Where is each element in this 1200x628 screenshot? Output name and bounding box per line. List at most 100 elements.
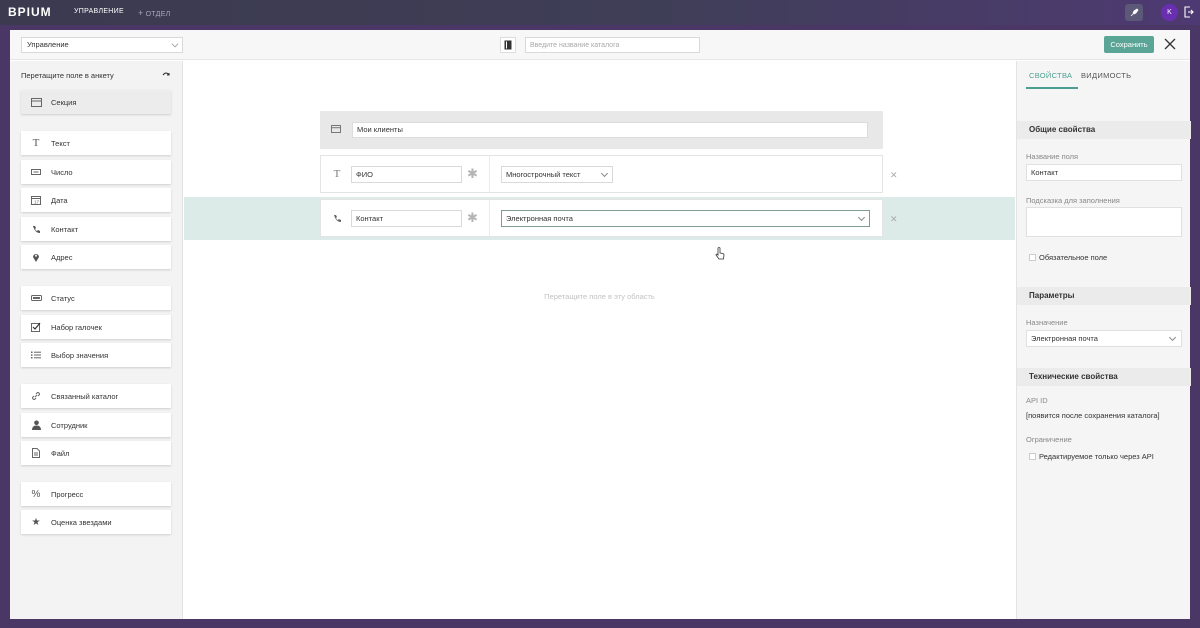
- remove-field-icon[interactable]: ✕: [890, 214, 898, 225]
- field-type-select[interactable]: Электронная почта: [501, 210, 870, 227]
- properties-panel: СВОЙСТВА ВИДИМОСТЬ Общие свойства Назван…: [1016, 61, 1191, 619]
- add-department-label: ОТДЕЛ: [145, 11, 171, 18]
- field-name-input[interactable]: ФИО: [351, 166, 462, 183]
- close-icon[interactable]: [1164, 38, 1176, 50]
- rocket-icon: [1130, 7, 1139, 16]
- field-name-property-input[interactable]: Контакт: [1026, 164, 1182, 181]
- hint-textarea[interactable]: [1026, 207, 1182, 237]
- palette-item-linked-catalog[interactable]: Связанный каталог: [21, 384, 171, 408]
- nav-item-management[interactable]: УПРАВЛЕНИЕ: [74, 8, 124, 15]
- catalog-name-input[interactable]: [525, 37, 700, 53]
- palette-item-label: Число: [51, 167, 73, 177]
- logout-icon[interactable]: [1184, 6, 1194, 18]
- section-icon: [330, 123, 342, 135]
- palette-item-address[interactable]: Адрес: [21, 245, 171, 269]
- purpose-select[interactable]: Электронная почта: [1026, 330, 1182, 347]
- palette-item-label: Оценка звездами: [51, 517, 112, 527]
- app-logo[interactable]: BPIUM: [8, 5, 52, 19]
- api-id-label: API ID: [1026, 396, 1048, 405]
- link-icon: [21, 391, 51, 401]
- section-select[interactable]: Управление: [21, 37, 183, 53]
- required-checkbox[interactable]: [1029, 254, 1036, 261]
- parameters-header: Параметры: [1017, 287, 1191, 305]
- palette-item-label: Текст: [51, 138, 70, 148]
- required-asterisk-icon[interactable]: ✱: [467, 166, 478, 182]
- palette-item-progress[interactable]: % Прогресс: [21, 482, 171, 506]
- general-properties-header: Общие свойства: [1017, 121, 1191, 139]
- required-checkbox-label: Обязательное поле: [1039, 253, 1108, 262]
- palette-item-label: Набор галочек: [51, 322, 102, 332]
- remove-field-icon[interactable]: ✕: [890, 170, 898, 181]
- collapse-arrow-icon[interactable]: [162, 71, 171, 79]
- palette-item-status[interactable]: Статус: [21, 286, 171, 310]
- list-icon: [21, 351, 51, 359]
- editor-toolbar: Управление Сохранить: [10, 30, 1190, 60]
- drop-zone-hint[interactable]: Перетащите поле в эту область: [184, 292, 1015, 301]
- form-canvas: Мои клиенты T ФИО ✱ Многострочный текст …: [184, 61, 1015, 619]
- palette-item-label: Выбор значения: [51, 350, 109, 360]
- palette-item-employee[interactable]: Сотрудник: [21, 413, 171, 437]
- divider: [489, 156, 490, 192]
- calendar-icon: 17: [21, 195, 51, 205]
- percent-icon: %: [31, 488, 41, 500]
- active-tab-indicator: [1026, 87, 1078, 89]
- api-only-checkbox[interactable]: [1029, 453, 1036, 460]
- api-id-value: [появится после сохранения каталога]: [1026, 411, 1160, 420]
- section-select-value: Управление: [27, 40, 69, 49]
- catalog-icon-button[interactable]: [500, 37, 516, 53]
- user-avatar[interactable]: K: [1161, 4, 1178, 21]
- field-row-contact[interactable]: Контакт ✱ Электронная почта: [320, 199, 883, 237]
- top-navigation-bar: BPIUM УПРАВЛЕНИЕ + ОТДЕЛ K: [0, 0, 1200, 25]
- field-palette: Перетащите поле в анкету Секция T Текст …: [10, 61, 183, 619]
- svg-text:17: 17: [34, 200, 40, 205]
- restriction-label: Ограничение: [1026, 435, 1072, 444]
- purpose-select-value: Электронная почта: [1031, 334, 1098, 343]
- number-icon: [21, 169, 51, 175]
- palette-item-label: Файл: [51, 448, 70, 458]
- text-icon: T: [32, 137, 40, 149]
- properties-tabs: СВОЙСТВА ВИДИМОСТЬ: [1017, 61, 1191, 89]
- chevron-down-icon: [171, 40, 179, 48]
- purpose-label: Назначение: [1026, 318, 1068, 327]
- palette-item-label: Статус: [51, 293, 75, 303]
- checkbox-icon: [21, 322, 51, 332]
- palette-item-checkboxes[interactable]: Набор галочек: [21, 315, 171, 339]
- palette-item-date[interactable]: 17 Дата: [21, 188, 171, 212]
- tab-visibility[interactable]: ВИДИМОСТЬ: [1081, 71, 1131, 80]
- palette-item-text[interactable]: T Текст: [21, 131, 171, 155]
- mouse-pointer-icon: [715, 247, 725, 260]
- api-only-checkbox-label: Редактируемое только через API: [1039, 452, 1154, 461]
- palette-item-number[interactable]: Число: [21, 160, 171, 184]
- palette-item-label: Сотрудник: [51, 420, 88, 430]
- palette-item-choice[interactable]: Выбор значения: [21, 343, 171, 367]
- field-type-select[interactable]: Многострочный текст: [501, 166, 613, 183]
- palette-item-label: Прогресс: [51, 489, 84, 499]
- palette-item-section[interactable]: Секция: [21, 90, 171, 114]
- palette-item-label: Контакт: [51, 224, 79, 234]
- section-icon: [21, 97, 51, 107]
- plus-icon: +: [138, 8, 144, 18]
- tab-properties[interactable]: СВОЙСТВА: [1029, 71, 1072, 80]
- required-asterisk-icon[interactable]: ✱: [467, 210, 478, 226]
- chevron-down-icon: [1168, 333, 1177, 342]
- save-button[interactable]: Сохранить: [1104, 36, 1154, 53]
- section-row[interactable]: Мои клиенты: [320, 111, 883, 149]
- technical-properties-header: Технические свойства: [1017, 368, 1191, 386]
- star-icon: ★: [31, 516, 41, 528]
- divider: [489, 200, 490, 236]
- phone-icon: [21, 225, 51, 234]
- palette-item-contact[interactable]: Контакт: [21, 217, 171, 241]
- add-department-link[interactable]: + ОТДЕЛ: [138, 8, 171, 18]
- catalog-editor: Управление Сохранить Перетащите поле в а…: [10, 30, 1191, 619]
- field-row-fio[interactable]: T ФИО ✱ Многострочный текст: [320, 155, 883, 193]
- palette-item-star-rating[interactable]: ★ Оценка звездами: [21, 510, 171, 534]
- palette-title: Перетащите поле в анкету: [21, 71, 114, 80]
- hint-label: Подсказка для заполнения: [1026, 196, 1120, 205]
- field-name-input[interactable]: Контакт: [351, 210, 462, 227]
- section-title-input[interactable]: Мои клиенты: [352, 122, 868, 138]
- field-type-value: Многострочный текст: [506, 170, 581, 179]
- phone-icon: [331, 212, 343, 224]
- field-type-value: Электронная почта: [506, 214, 573, 223]
- rocket-button[interactable]: [1125, 4, 1143, 21]
- palette-item-file[interactable]: Файл: [21, 441, 171, 465]
